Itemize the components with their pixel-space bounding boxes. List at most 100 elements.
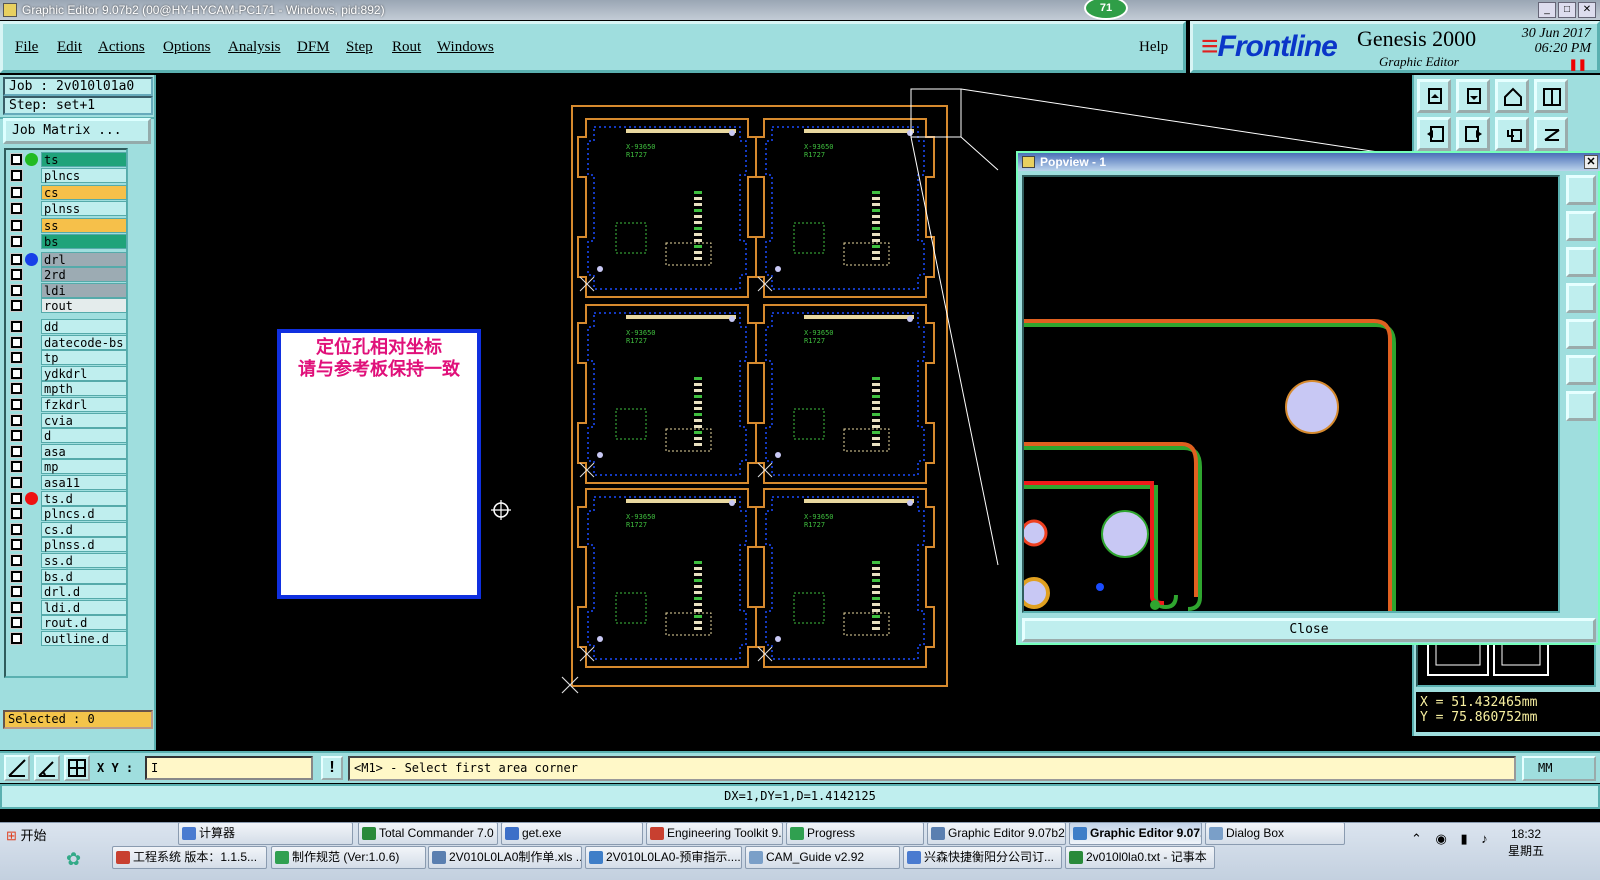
clock[interactable]: 18:32 星期五 [1508, 826, 1544, 860]
layer-row-ts-d[interactable]: ts.d [8, 490, 127, 506]
layer-row-d[interactable]: d [8, 428, 127, 444]
popview-up-button[interactable] [1566, 211, 1596, 241]
layer-checkbox[interactable] [10, 382, 23, 396]
layer-name[interactable]: drl [41, 251, 127, 267]
layer-name[interactable]: cvia [41, 412, 127, 428]
taskbar-item-7[interactable]: Graphic Editor 9.07... [1069, 822, 1202, 845]
taskbar-item-1[interactable]: 计算器 [178, 822, 353, 845]
taskbar-item-row2-6[interactable]: 兴森快捷衡阳分公司订... [903, 846, 1062, 869]
layer-name[interactable]: ydkdrl [41, 365, 127, 381]
layer-row-ts[interactable]: ts [8, 152, 127, 167]
layer-row-plncs[interactable]: plncs [8, 167, 127, 183]
rotate-button[interactable] [1534, 117, 1568, 151]
layer-row-cvia[interactable]: cvia [8, 412, 127, 428]
layer-name[interactable]: drl.d [41, 584, 127, 600]
layer-list[interactable]: ts plncs cs plnss ss bs drl 2rd ldi rout dd datecod… [4, 148, 128, 678]
popview-down-button[interactable] [1566, 247, 1596, 277]
close-window-button[interactable]: ✕ [1578, 2, 1596, 18]
maximize-button[interactable]: □ [1558, 2, 1576, 18]
layer-checkbox[interactable] [10, 429, 23, 443]
layer-checkbox[interactable] [10, 186, 23, 200]
layer-row-rout[interactable]: rout [8, 298, 127, 314]
layer-row-tp[interactable]: tp [8, 350, 127, 366]
layer-row-cs-d[interactable]: cs.d [8, 521, 127, 537]
layer-row-bs-d[interactable]: bs.d [8, 568, 127, 584]
layer-row-bs[interactable]: bs [8, 234, 127, 249]
layer-checkbox[interactable] [10, 616, 23, 630]
layer-row-asa11[interactable]: asa11 [8, 475, 127, 490]
start-button[interactable]: ⊞ 开始 [2, 825, 58, 849]
menu-edit[interactable]: Edit [57, 39, 82, 56]
measure-icon[interactable] [4, 755, 30, 781]
layer-checkbox[interactable] [10, 460, 23, 474]
layer-row-ss[interactable]: ss [8, 218, 127, 234]
layer-name[interactable]: outline.d [41, 631, 127, 646]
popview-close-button[interactable]: Close [1022, 618, 1596, 642]
layer-name[interactable]: plnss [41, 200, 127, 216]
layer-checkbox[interactable] [10, 153, 23, 166]
taskbar-item-5[interactable]: Progress [786, 822, 924, 845]
layer-row-plncs-d[interactable]: plncs.d [8, 506, 127, 522]
layer-name[interactable]: asa [41, 443, 127, 459]
layer-name[interactable]: mpth [41, 381, 127, 397]
taskbar-item-row2-7[interactable]: 2v010l0la0.txt - 记事本 [1065, 846, 1215, 869]
layer-checkbox[interactable] [10, 632, 23, 645]
layer-checkbox[interactable] [10, 366, 23, 380]
layer-row-dd[interactable]: dd [8, 319, 127, 334]
menu-step[interactable]: Step [346, 39, 373, 56]
layer-row-ldi-d[interactable]: ldi.d [8, 599, 127, 615]
layer-row-drl[interactable]: drl [8, 251, 127, 267]
house-icon[interactable] [1495, 79, 1529, 113]
layer-name[interactable]: dd [41, 319, 127, 334]
layer-name[interactable]: cs [41, 185, 127, 201]
popview-fit-button[interactable] [1566, 355, 1596, 385]
popview-right-button[interactable] [1566, 319, 1596, 349]
layer-checkbox[interactable] [10, 491, 23, 505]
job-matrix-button[interactable]: Job Matrix ... [3, 118, 151, 144]
layer-name[interactable]: d [41, 428, 127, 444]
layer-checkbox[interactable] [10, 252, 23, 266]
menu-rout[interactable]: Rout [392, 39, 421, 56]
layer-name[interactable]: ldi [41, 282, 127, 298]
layer-checkbox[interactable] [10, 507, 23, 521]
taskbar-item-4[interactable]: Engineering Toolkit 9.... [646, 822, 783, 845]
layer-checkbox[interactable] [10, 538, 23, 552]
zoom-down-button[interactable] [1456, 79, 1490, 113]
layer-row-mpth[interactable]: mpth [8, 381, 127, 397]
layer-checkbox[interactable] [10, 413, 23, 427]
layer-name[interactable]: 2rd [41, 267, 127, 283]
zoom-home-button[interactable] [1417, 79, 1451, 113]
layer-row-plnss-d[interactable]: plnss.d [8, 537, 127, 553]
split-view-button[interactable] [1534, 79, 1568, 113]
layer-name[interactable]: fzkdrl [41, 397, 127, 412]
layer-checkbox[interactable] [10, 444, 23, 458]
units-select[interactable]: MM [1522, 756, 1596, 781]
layer-name[interactable]: ts [41, 152, 127, 167]
layer-checkbox[interactable] [10, 522, 23, 536]
layer-checkbox[interactable] [10, 554, 23, 567]
layer-checkbox[interactable] [10, 219, 23, 233]
layer-name[interactable]: plncs.d [41, 506, 127, 522]
taskbar-item-row2-3[interactable]: 2V010L0LA0制作单.xls ... [428, 846, 582, 869]
xy-input[interactable]: I [145, 756, 313, 780]
layer-checkbox[interactable] [10, 268, 23, 282]
layer-name[interactable]: rout.d [41, 615, 127, 631]
layer-row-fzkdrl[interactable]: fzkdrl [8, 397, 127, 412]
layer-name[interactable]: rout [41, 298, 127, 314]
layer-name[interactable]: plncs [41, 167, 127, 183]
menu-actions[interactable]: Actions [98, 39, 145, 56]
layer-name[interactable]: datecode-bs [41, 334, 127, 350]
layer-checkbox[interactable] [10, 398, 23, 411]
layer-checkbox[interactable] [10, 585, 23, 599]
popview-left-button[interactable] [1566, 283, 1596, 313]
layer-row-asa[interactable]: asa [8, 443, 127, 459]
menu-file[interactable]: File [15, 39, 38, 56]
taskbar-item-row2-5[interactable]: CAM_Guide v2.92 [745, 846, 900, 869]
layer-name[interactable]: mp [41, 459, 127, 475]
windows-orb-icon[interactable]: ✿ [66, 849, 81, 870]
pan-left-button[interactable] [1417, 117, 1451, 151]
layer-name[interactable]: ss [41, 218, 127, 234]
layer-row-drl-d[interactable]: drl.d [8, 584, 127, 600]
layer-checkbox[interactable] [10, 351, 23, 365]
layer-name[interactable]: asa11 [41, 475, 127, 490]
